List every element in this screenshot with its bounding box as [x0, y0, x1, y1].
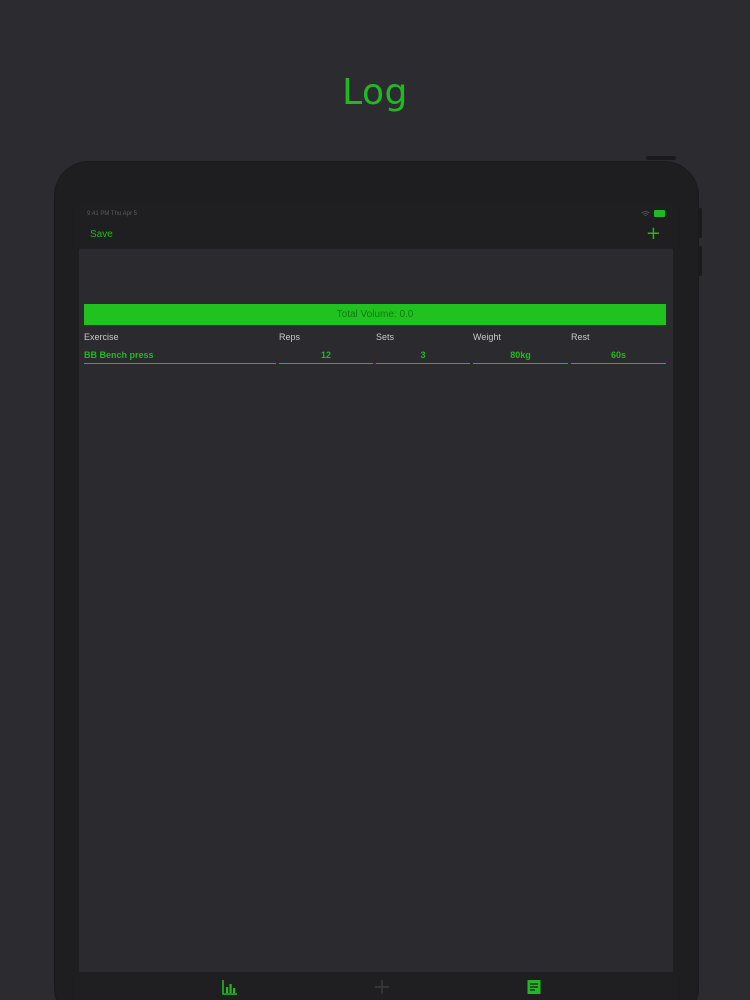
- status-time: 9:41 PM Thu Apr 5: [87, 211, 137, 217]
- plus-icon: [375, 980, 389, 994]
- column-header-rest: Rest: [571, 332, 590, 342]
- weight-field[interactable]: 80kg: [473, 347, 568, 364]
- volume-down-button: [698, 246, 702, 276]
- status-icons: [641, 210, 665, 217]
- status-bar: 9:41 PM Thu Apr 5: [79, 206, 673, 222]
- bar-chart-icon: [222, 980, 237, 995]
- navigation-bar: Save +: [79, 222, 673, 249]
- tab-bar: [79, 971, 673, 1000]
- power-button: [646, 156, 676, 160]
- sets-field[interactable]: 3: [376, 347, 470, 364]
- app-screenshot: Log 9:41 PM Thu Apr 5 Save + Total Volum…: [0, 0, 750, 1000]
- page-title: Log: [342, 72, 408, 113]
- column-header-sets: Sets: [376, 332, 395, 342]
- total-volume-bar: Total Volume: 0.0: [84, 304, 666, 325]
- tab-log[interactable]: [525, 978, 543, 996]
- device-screen: 9:41 PM Thu Apr 5 Save + Total Volume: 0…: [79, 206, 673, 1000]
- tab-add[interactable]: [373, 978, 391, 996]
- volume-up-button: [698, 208, 702, 238]
- column-header-exercise: Exercise: [84, 332, 119, 342]
- add-exercise-button[interactable]: +: [646, 224, 661, 244]
- battery-icon: [654, 210, 665, 217]
- wifi-icon: [641, 210, 650, 216]
- exercise-field[interactable]: BB Bench press: [84, 347, 276, 364]
- column-header-reps: Reps: [279, 332, 301, 342]
- tab-stats[interactable]: [221, 978, 239, 996]
- save-button[interactable]: Save: [90, 229, 113, 240]
- rest-field[interactable]: 60s: [571, 347, 666, 364]
- log-list-icon: [527, 980, 541, 994]
- column-header-weight: Weight: [473, 332, 501, 342]
- reps-field[interactable]: 12: [279, 347, 373, 364]
